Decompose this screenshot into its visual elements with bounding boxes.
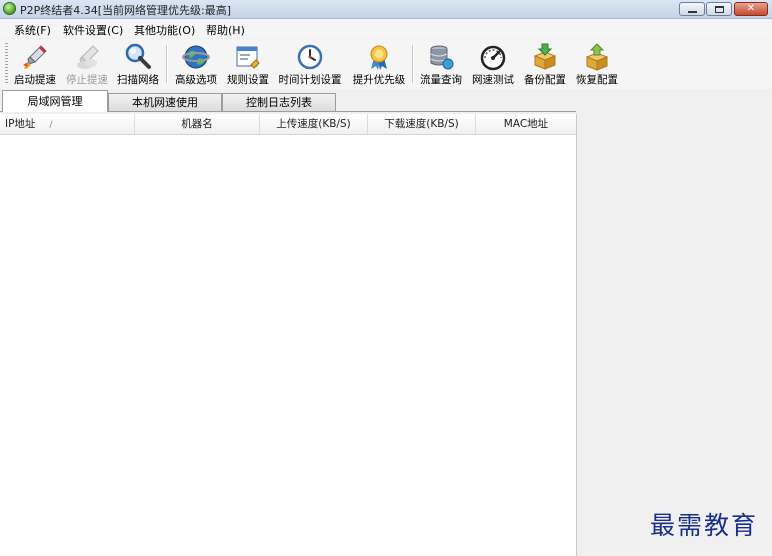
- time-schedule-label: 时间计划设置: [278, 74, 342, 86]
- column-header-download-speed[interactable]: 下载速度(KB/S): [368, 114, 476, 134]
- tab-control-log-list[interactable]: 控制日志列表: [222, 93, 336, 111]
- start-boost-label: 启动提速: [14, 74, 56, 86]
- traffic-query-button[interactable]: 流量查询: [418, 41, 464, 87]
- award-ribbon-icon: [370, 45, 388, 70]
- restore-box-icon: [585, 43, 609, 71]
- maximize-icon: [715, 6, 724, 13]
- minimize-button[interactable]: [679, 2, 705, 16]
- scan-network-button[interactable]: 扫描网络: [116, 41, 160, 87]
- magnifier-icon: [125, 43, 151, 69]
- sort-indicator-icon: /: [49, 120, 53, 130]
- restore-config-button[interactable]: 恢复配置: [574, 41, 620, 87]
- list-header: IP地址 / 机器名 上传速度(KB/S) 下载速度(KB/S) MAC地址: [0, 114, 576, 135]
- close-button[interactable]: ✕: [734, 2, 768, 16]
- traffic-query-label: 流量查询: [420, 74, 462, 86]
- advanced-options-button[interactable]: 高级选项: [173, 41, 219, 87]
- menu-help[interactable]: 帮助(H): [206, 22, 245, 38]
- restore-config-label: 恢复配置: [576, 74, 618, 86]
- column-header-machine-name[interactable]: 机器名: [135, 114, 260, 134]
- rocket-stop-icon: [77, 45, 99, 69]
- stop-boost-label: 停止提速: [66, 74, 108, 86]
- start-boost-button[interactable]: 启动提速: [12, 41, 58, 87]
- speed-test-button[interactable]: 网速测试: [470, 41, 516, 87]
- advanced-options-label: 高级选项: [175, 74, 217, 86]
- stop-boost-button[interactable]: 停止提速: [64, 41, 110, 87]
- backup-box-icon: [533, 43, 557, 70]
- watermark-text: 最需教育: [650, 511, 759, 540]
- raise-priority-button[interactable]: 提升优先级: [352, 41, 406, 87]
- backup-config-button[interactable]: 备份配置: [522, 41, 568, 87]
- menu-bar: 系统(F) 软件设置(C) 其他功能(O) 帮助(H): [0, 19, 772, 38]
- column-header-upload-speed[interactable]: 上传速度(KB/S): [260, 114, 368, 134]
- tab-lan-management[interactable]: 局域网管理: [2, 90, 108, 112]
- host-list[interactable]: IP地址 / 机器名 上传速度(KB/S) 下载速度(KB/S) MAC地址: [0, 114, 577, 556]
- menu-other-functions[interactable]: 其他功能(O): [134, 22, 195, 38]
- tab-local-speed-usage[interactable]: 本机网速使用: [108, 93, 222, 111]
- scan-network-label: 扫描网络: [117, 74, 159, 86]
- app-logo-icon: [3, 2, 16, 15]
- column-header-mac-address[interactable]: MAC地址: [476, 114, 576, 134]
- minimize-icon: [688, 11, 697, 13]
- rule-settings-label: 规则设置: [227, 74, 269, 86]
- time-schedule-button[interactable]: 时间计划设置: [279, 41, 342, 87]
- globe-icon: [182, 45, 210, 69]
- backup-config-label: 备份配置: [524, 74, 566, 86]
- toolbar: 启动提速 停止提速 扫描网络 高级选项 规则设置 时间计划设置 提升优先级 流量…: [0, 39, 772, 89]
- clock-icon: [297, 44, 323, 70]
- window-title: P2P终结者4.34[当前网络管理优先级:最高]: [20, 4, 232, 17]
- raise-priority-label: 提升优先级: [352, 74, 406, 86]
- rules-window-icon: [236, 46, 260, 69]
- speedometer-icon: [480, 45, 506, 71]
- menu-system[interactable]: 系统(F): [14, 22, 51, 38]
- close-icon: ✕: [746, 3, 756, 14]
- speed-test-label: 网速测试: [472, 74, 514, 86]
- rocket-launch-icon: [23, 45, 47, 69]
- database-icon: [430, 45, 454, 70]
- rule-settings-button[interactable]: 规则设置: [225, 41, 271, 87]
- menu-software-settings[interactable]: 软件设置(C): [63, 22, 123, 38]
- column-header-ip[interactable]: IP地址 /: [0, 114, 135, 134]
- maximize-button[interactable]: [706, 2, 732, 16]
- title-bar: P2P终结者4.34[当前网络管理优先级:最高] ✕: [0, 0, 772, 19]
- column-ip-label: IP地址: [5, 118, 36, 130]
